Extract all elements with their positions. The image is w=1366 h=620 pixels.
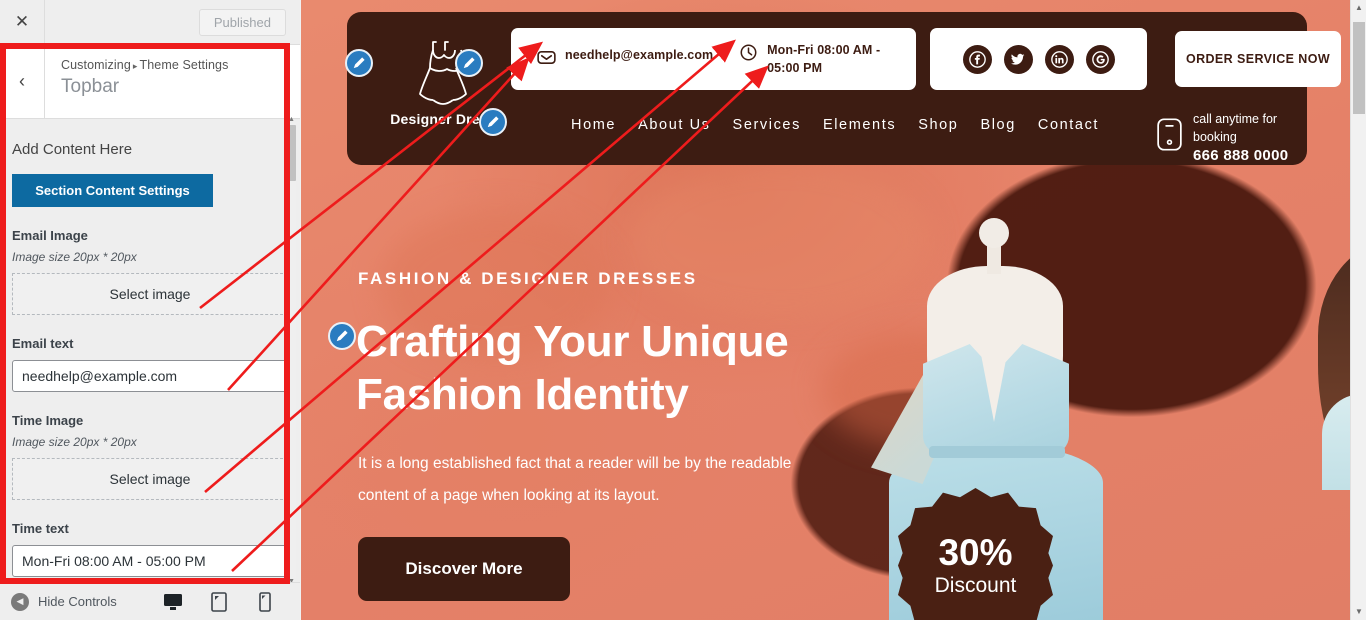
hero-kicker: FASHION & DESIGNER DRESSES (358, 269, 698, 288)
device-tablet-button[interactable] (206, 589, 232, 615)
discount-label: Discount (934, 573, 1017, 597)
time-text: Mon-Fri 08:00 AM - 05:00 PM (767, 43, 881, 75)
main-navigation: Home About Us Services Elements Shop Blo… (571, 117, 1099, 133)
site-header-bar: Designer Dress needhelp@example.com Mon-… (347, 12, 1341, 165)
google-icon[interactable] (1085, 44, 1115, 74)
email-info[interactable]: needhelp@example.com (537, 46, 713, 72)
back-chevron-icon[interactable]: ‹ (0, 45, 45, 118)
clock-icon (739, 43, 758, 67)
email-text-input[interactable] (12, 360, 288, 392)
edit-pencil-icon[interactable] (328, 322, 356, 350)
topbar-info-card: needhelp@example.com Mon-Fri 08:00 AM - … (511, 28, 916, 90)
device-preview-switcher (155, 589, 300, 620)
edit-pencil-icon[interactable] (479, 108, 507, 136)
select-image-button[interactable]: Select image (12, 458, 288, 500)
desktop-icon (164, 593, 182, 610)
field-label: Time text (12, 521, 69, 536)
sidebar-scrollbar[interactable]: ▲ ▼ (287, 116, 296, 585)
preview-scrollbar[interactable]: ▲ ▼ (1350, 0, 1366, 620)
scroll-up-arrow-icon[interactable]: ▲ (288, 116, 295, 123)
panel-titles: Customizing ▸ Theme Settings Topbar (45, 45, 228, 118)
call-number: 666 888 0000 (1193, 147, 1289, 164)
time-text-input[interactable] (12, 545, 288, 577)
discount-percent: 30% (938, 531, 1013, 573)
preview-scrollbar-thumb[interactable] (1353, 22, 1365, 114)
discover-more-button[interactable]: Discover More (358, 537, 570, 601)
collapse-arrow-icon: ◀ (11, 592, 29, 611)
field-email-image: Email Image Image size 20px * 20px Selec… (12, 228, 288, 315)
discount-badge: 30% Discount (898, 488, 1053, 620)
publish-area: Published (45, 0, 300, 44)
field-time-text: Time text (12, 521, 288, 577)
customizer-controls: Add Content Here Section Content Setting… (0, 119, 300, 582)
call-booking-info[interactable]: call anytime for booking 666 888 0000 (1157, 110, 1303, 164)
twitter-icon[interactable] (1003, 44, 1033, 74)
breadcrumb-separator-icon: ▸ (132, 61, 138, 71)
page-title: Topbar (61, 76, 120, 97)
add-content-label: Add Content Here (12, 141, 133, 158)
nav-item-shop[interactable]: Shop (918, 117, 958, 133)
device-desktop-button[interactable] (155, 589, 191, 620)
facebook-icon[interactable] (962, 44, 992, 74)
mobile-icon (259, 591, 271, 612)
field-time-image: Time Image Image size 20px * 20px Select… (12, 413, 288, 500)
publish-button[interactable]: Published (198, 8, 286, 36)
close-icon[interactable]: ✕ (0, 0, 45, 44)
nav-item-home[interactable]: Home (571, 117, 616, 133)
nav-item-services[interactable]: Services (733, 117, 801, 133)
field-label: Time Image (12, 413, 84, 428)
section-content-settings-button[interactable]: Section Content Settings (12, 174, 213, 207)
hide-controls-label: Hide Controls (38, 594, 117, 609)
time-info[interactable]: Mon-Fri 08:00 AM - 05:00 PM (739, 41, 916, 77)
field-email-text: Email text (12, 336, 288, 392)
tablet-icon (211, 591, 227, 612)
device-mobile-button[interactable] (252, 589, 278, 615)
linkedin-icon[interactable] (1044, 44, 1074, 74)
nav-item-blog[interactable]: Blog (980, 117, 1015, 133)
customizer-sidebar: ✕ Published ‹ Customizing ▸ Theme Settings… (0, 0, 300, 620)
field-label: Email Image (12, 228, 88, 243)
hero-subtitle: It is a long established fact that a rea… (358, 455, 792, 504)
customizer-panel-header: ‹ Customizing ▸ Theme Settings Topbar (0, 45, 300, 119)
social-links (930, 28, 1147, 90)
hero-title: Crafting Your Unique Fashion Identity (356, 317, 789, 419)
call-text: call anytime for booking 666 888 0000 (1193, 110, 1303, 164)
field-hint: Image size 20px * 20px (12, 435, 137, 449)
scroll-down-arrow-icon[interactable]: ▼ (1355, 608, 1363, 616)
breadcrumb-root[interactable]: Customizing (61, 58, 131, 72)
site-preview: Designer Dress needhelp@example.com Mon-… (301, 0, 1366, 620)
nav-item-elements[interactable]: Elements (823, 117, 896, 133)
select-image-button[interactable]: Select image (12, 273, 288, 315)
call-label: call anytime for booking (1193, 112, 1278, 144)
screen: ✕ Published ‹ Customizing ▸ Theme Settings… (0, 0, 1366, 620)
breadcrumb: Customizing ▸ Theme Settings (61, 58, 228, 72)
field-hint: Image size 20px * 20px (12, 250, 137, 264)
breadcrumb-parent[interactable]: Theme Settings (140, 58, 229, 72)
email-icon (537, 48, 556, 72)
phone-icon (1157, 118, 1182, 156)
customizer-topbar: ✕ Published (0, 0, 300, 45)
field-label: Email text (12, 336, 74, 351)
edit-pencil-icon[interactable] (345, 49, 373, 77)
hide-controls-button[interactable]: ◀ Hide Controls (0, 592, 117, 611)
nav-item-about-us[interactable]: About Us (638, 117, 710, 133)
scroll-up-arrow-icon[interactable]: ▲ (1355, 4, 1363, 12)
edit-pencil-icon[interactable] (455, 49, 483, 77)
email-text: needhelp@example.com (565, 48, 714, 62)
sidebar-scrollbar-thumb[interactable] (287, 125, 296, 181)
order-service-now-button[interactable]: ORDER SERVICE NOW (1175, 31, 1341, 87)
customizer-footer: ◀ Hide Controls (0, 582, 300, 620)
nav-item-contact[interactable]: Contact (1038, 117, 1099, 133)
